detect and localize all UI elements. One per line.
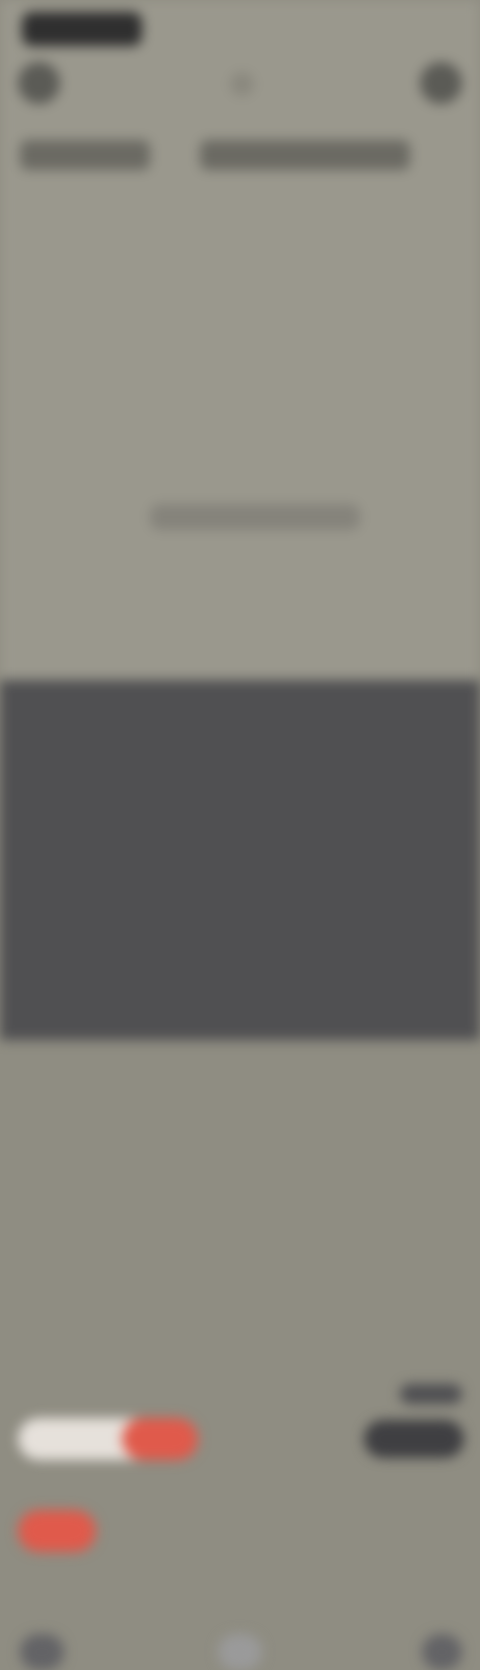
right-badge[interactable] [364,1420,464,1458]
bottom-panel [0,680,480,1670]
headline-a [20,140,150,170]
nav-center-icon[interactable] [218,1634,262,1670]
right-header-icon[interactable] [420,62,462,104]
right-badge-top [400,1384,462,1404]
center-text [150,504,360,530]
small-action-pill[interactable] [18,1510,96,1552]
nav-left-icon[interactable] [20,1634,64,1670]
header-center-dot [230,72,254,96]
app-screen [0,0,480,1670]
left-header-icon[interactable] [18,62,60,104]
top-section [0,0,480,680]
nav-right-icon[interactable] [422,1634,462,1670]
slider-track[interactable] [18,1418,198,1460]
status-time [22,12,142,46]
slider-fill [122,1418,198,1460]
headline-b [200,140,410,170]
